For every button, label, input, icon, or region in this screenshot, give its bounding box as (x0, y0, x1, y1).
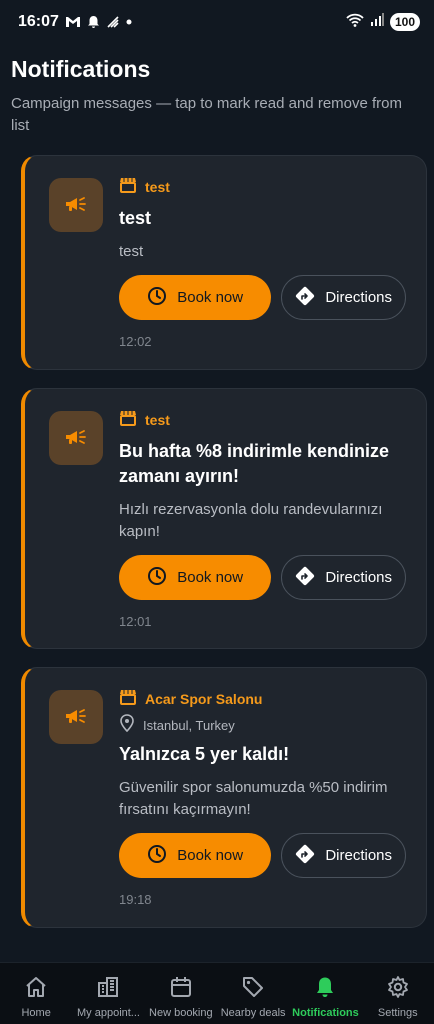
notification-time: 19:18 (119, 892, 152, 907)
business-location: Istanbul, Turkey (143, 717, 235, 733)
directions-button[interactable]: Directions (281, 555, 406, 600)
page-header: Notifications Campaign messages — tap to… (11, 56, 423, 137)
nav-item-home[interactable]: Home (0, 963, 72, 1024)
business-name: test (145, 179, 170, 195)
bottom-navigation: Home My appoint... New booking Nearby de… (0, 962, 434, 1024)
bell-icon (313, 975, 337, 1002)
nav-item-new-booking[interactable]: New booking (145, 963, 217, 1024)
gmail-icon (65, 16, 81, 28)
tag-icon (241, 975, 265, 1002)
notification-message: Güvenilir spor salonumuzda %50 indirim f… (119, 779, 388, 818)
clock-icon (147, 844, 167, 868)
calendar-icon (169, 975, 193, 1002)
notification-message: Hızlı rezervasyonla dolu randevularınızı… (119, 501, 383, 540)
directions-label: Directions (325, 569, 393, 586)
book-now-label: Book now (177, 569, 244, 586)
gear-icon (386, 975, 410, 1002)
directions-icon (295, 286, 315, 310)
store-icon (119, 177, 137, 198)
book-now-button[interactable]: Book now (119, 833, 272, 878)
status-bar: 16:07 100 (0, 0, 434, 44)
notification-title: test (119, 208, 152, 228)
notification-card[interactable]: test test test Book now Directions 12:02 (21, 155, 427, 370)
notification-card[interactable]: Acar Spor Salonu Istanbul, Turkey Yalnız… (21, 667, 427, 928)
wifi-icon (346, 13, 364, 32)
business-name: Acar Spor Salonu (145, 691, 263, 707)
notification-message: test (119, 243, 144, 260)
notification-card[interactable]: test Bu hafta %8 indirimle kendinize zam… (21, 388, 427, 649)
directions-icon (295, 844, 315, 868)
megaphone-icon (49, 690, 103, 744)
nav-item-settings[interactable]: Settings (362, 963, 434, 1024)
directions-label: Directions (325, 847, 393, 864)
nav-item-nearby-deals[interactable]: Nearby deals (217, 963, 289, 1024)
nav-item-appointments[interactable]: My appoint... (72, 963, 144, 1024)
nav-label: New booking (149, 1007, 213, 1019)
nav-label: Settings (377, 1007, 418, 1019)
location-pin-icon (119, 713, 135, 737)
directions-icon (295, 566, 315, 590)
page-title: Notifications (11, 56, 151, 82)
directions-button[interactable]: Directions (281, 275, 406, 320)
home-icon (24, 975, 48, 1002)
business-name: test (145, 412, 170, 428)
nav-label: Notifications (292, 1007, 359, 1019)
signal-off-icon (106, 16, 120, 28)
notification-time: 12:02 (119, 334, 152, 349)
notification-title: Bu hafta %8 indirimle kendinize zamanı a… (119, 441, 390, 486)
nav-label: Nearby deals (220, 1007, 286, 1019)
battery-indicator: 100 (389, 13, 420, 31)
store-icon (119, 689, 137, 710)
nav-label: Home (21, 1007, 51, 1019)
nav-label: My appoint... (77, 1007, 140, 1019)
notification-bell-icon (87, 15, 100, 29)
building-icon (96, 975, 120, 1002)
status-time: 16:07 (18, 13, 59, 30)
store-icon (119, 410, 137, 431)
notification-title: Yalnızca 5 yer kaldı! (119, 744, 290, 764)
page-subtitle: Campaign messages — tap to mark read and… (11, 95, 403, 134)
book-now-label: Book now (177, 847, 244, 864)
book-now-label: Book now (177, 289, 244, 306)
megaphone-icon (49, 178, 103, 232)
book-now-button[interactable]: Book now (119, 555, 272, 600)
directions-button[interactable]: Directions (281, 833, 406, 878)
dot-icon (126, 19, 132, 25)
megaphone-icon (49, 411, 103, 465)
notification-time: 12:01 (119, 614, 152, 629)
cell-signal-icon (370, 13, 384, 31)
book-now-button[interactable]: Book now (119, 275, 272, 320)
clock-icon (147, 286, 167, 310)
clock-icon (147, 566, 167, 590)
directions-label: Directions (325, 289, 393, 306)
nav-item-notifications[interactable]: Notifications (289, 963, 361, 1024)
